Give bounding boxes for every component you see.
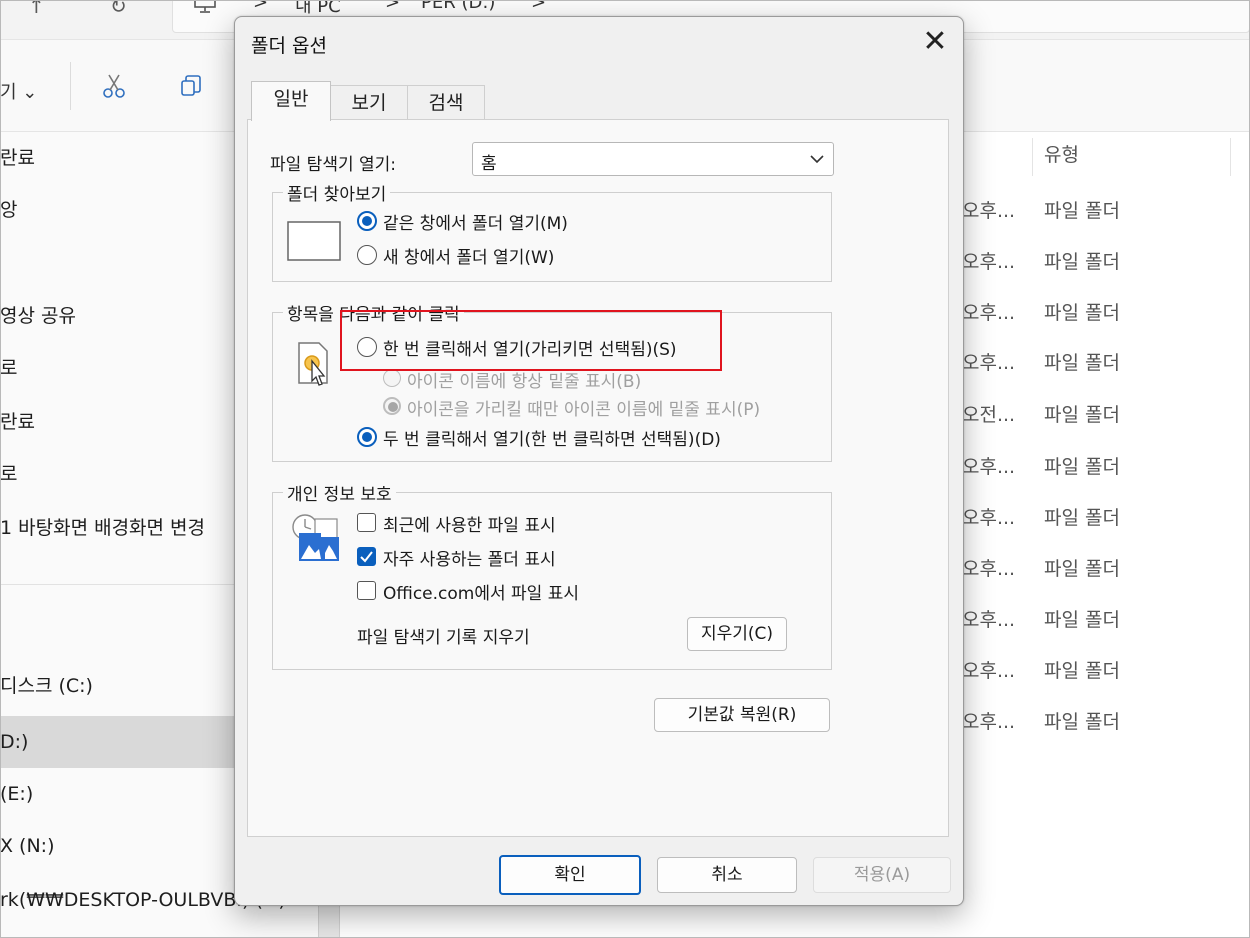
- tab-label: 보기: [351, 92, 387, 114]
- file-date: 오후...: [962, 352, 1016, 374]
- tab-view[interactable]: 보기: [329, 85, 409, 121]
- file-type: 파일 폴더: [1044, 352, 1120, 374]
- close-icon[interactable]: ✕: [913, 23, 957, 63]
- underline-hover-label: 아이콘을 가리킬 때만 아이콘 이름에 밑줄 표시(P): [407, 400, 761, 420]
- recent-files-checkbox[interactable]: [357, 513, 376, 532]
- view-menu-button[interactable]: 기 ⌄: [0, 78, 37, 104]
- breadcrumb-separator: >: [385, 0, 401, 13]
- file-date: 오후...: [962, 302, 1016, 324]
- breadcrumb-separator: >: [531, 0, 547, 13]
- tab-label: 일반: [273, 88, 309, 110]
- clear-history-label: 파일 탐색기 기록 지우기: [357, 628, 530, 648]
- frequent-folders-label[interactable]: 자주 사용하는 폴더 표시: [383, 545, 556, 570]
- privacy-group: 개인 정보 보호 최근에 사용한 파일 표시 자주 사용하는 폴더 표시 Off…: [272, 480, 832, 670]
- column-divider: [1230, 138, 1231, 176]
- new-window-label[interactable]: 새 창에서 폴더 열기(W): [383, 243, 554, 268]
- same-window-radio[interactable]: [357, 211, 377, 231]
- file-date: 오후...: [962, 558, 1016, 580]
- underline-always-radio: [383, 369, 401, 387]
- file-date: 오후...: [962, 609, 1016, 631]
- tab-search[interactable]: 검색: [407, 85, 485, 121]
- privacy-docs-icon: [287, 509, 345, 569]
- office-files-label[interactable]: Office.com에서 파일 표시: [383, 579, 579, 604]
- file-type: 파일 폴더: [1044, 456, 1120, 478]
- file-type: 파일 폴더: [1044, 660, 1120, 682]
- privacy-legend: 개인 정보 보호: [283, 480, 396, 505]
- file-date: 오후...: [962, 711, 1016, 733]
- chevron-down-icon: [809, 151, 825, 171]
- copy-icon[interactable]: [178, 72, 206, 104]
- open-explorer-label: 파일 탐색기 열기:: [270, 155, 397, 175]
- file-date: 오전...: [962, 404, 1016, 426]
- browse-folders-group: 폴더 찾아보기 같은 창에서 폴더 열기(M) 새 창에서 폴더 열기(W): [272, 180, 832, 282]
- pc-icon: [193, 0, 217, 19]
- cancel-button[interactable]: 취소: [657, 857, 797, 893]
- breadcrumb-drive[interactable]: PER (D:): [421, 0, 495, 13]
- file-type: 파일 폴더: [1044, 404, 1120, 426]
- single-click-cursor-icon: [295, 341, 335, 395]
- new-window-radio[interactable]: [357, 245, 377, 265]
- frequent-folders-checkbox[interactable]: [357, 547, 376, 566]
- tab-general[interactable]: 일반: [251, 81, 331, 121]
- breadcrumb-separator: >: [253, 0, 269, 13]
- file-date: 오후...: [962, 660, 1016, 682]
- forward-arrow-icon[interactable]: ↑: [28, 0, 45, 18]
- same-window-label[interactable]: 같은 창에서 폴더 열기(M): [383, 209, 568, 234]
- column-header-type[interactable]: 유형: [1044, 140, 1079, 167]
- ok-button[interactable]: 확인: [499, 855, 641, 895]
- folder-options-dialog: 폴더 옵션 ✕ 일반 보기 검색 파일 탐색기 열기: 홈 폴더 찾아보기 같은…: [234, 16, 964, 906]
- general-tab-panel: 파일 탐색기 열기: 홈 폴더 찾아보기 같은 창에서 폴더 열기(M) 새 창…: [247, 119, 949, 837]
- red-highlight-box: [340, 310, 722, 371]
- file-type: 파일 폴더: [1044, 251, 1120, 273]
- tab-label: 검색: [428, 92, 464, 114]
- apply-button[interactable]: 적용(A): [813, 857, 951, 893]
- file-type: 파일 폴더: [1044, 711, 1120, 733]
- dialog-title: 폴더 옵션: [251, 35, 327, 57]
- file-date: 오후...: [962, 456, 1016, 478]
- recent-files-label[interactable]: 최근에 사용한 파일 표시: [383, 511, 556, 536]
- open-explorer-select[interactable]: 홈: [472, 142, 834, 176]
- window-icon: [287, 221, 343, 267]
- file-date: 오후...: [962, 507, 1016, 529]
- open-explorer-value: 홈: [481, 154, 497, 174]
- file-type: 파일 폴더: [1044, 200, 1120, 222]
- cut-icon[interactable]: [100, 72, 128, 104]
- file-type: 파일 폴더: [1044, 302, 1120, 324]
- column-divider: [1032, 138, 1033, 176]
- file-type: 파일 폴더: [1044, 507, 1120, 529]
- double-click-radio[interactable]: [357, 427, 377, 447]
- toolbar-divider: [70, 62, 71, 110]
- office-files-checkbox[interactable]: [357, 581, 376, 600]
- clear-history-button[interactable]: 지우기(C): [687, 617, 787, 651]
- refresh-icon[interactable]: ↻: [110, 0, 127, 18]
- double-click-label[interactable]: 두 번 클릭해서 열기(한 번 클릭하면 선택됨)(D): [383, 425, 721, 450]
- underline-hover-radio: [383, 397, 401, 415]
- browse-folders-legend: 폴더 찾아보기: [283, 180, 391, 205]
- restore-defaults-button[interactable]: 기본값 복원(R): [654, 698, 830, 732]
- file-type: 파일 폴더: [1044, 609, 1120, 631]
- file-date: 오후...: [962, 251, 1016, 273]
- file-date: 오후...: [962, 200, 1016, 222]
- check-icon: [360, 551, 373, 563]
- file-type: 파일 폴더: [1044, 558, 1120, 580]
